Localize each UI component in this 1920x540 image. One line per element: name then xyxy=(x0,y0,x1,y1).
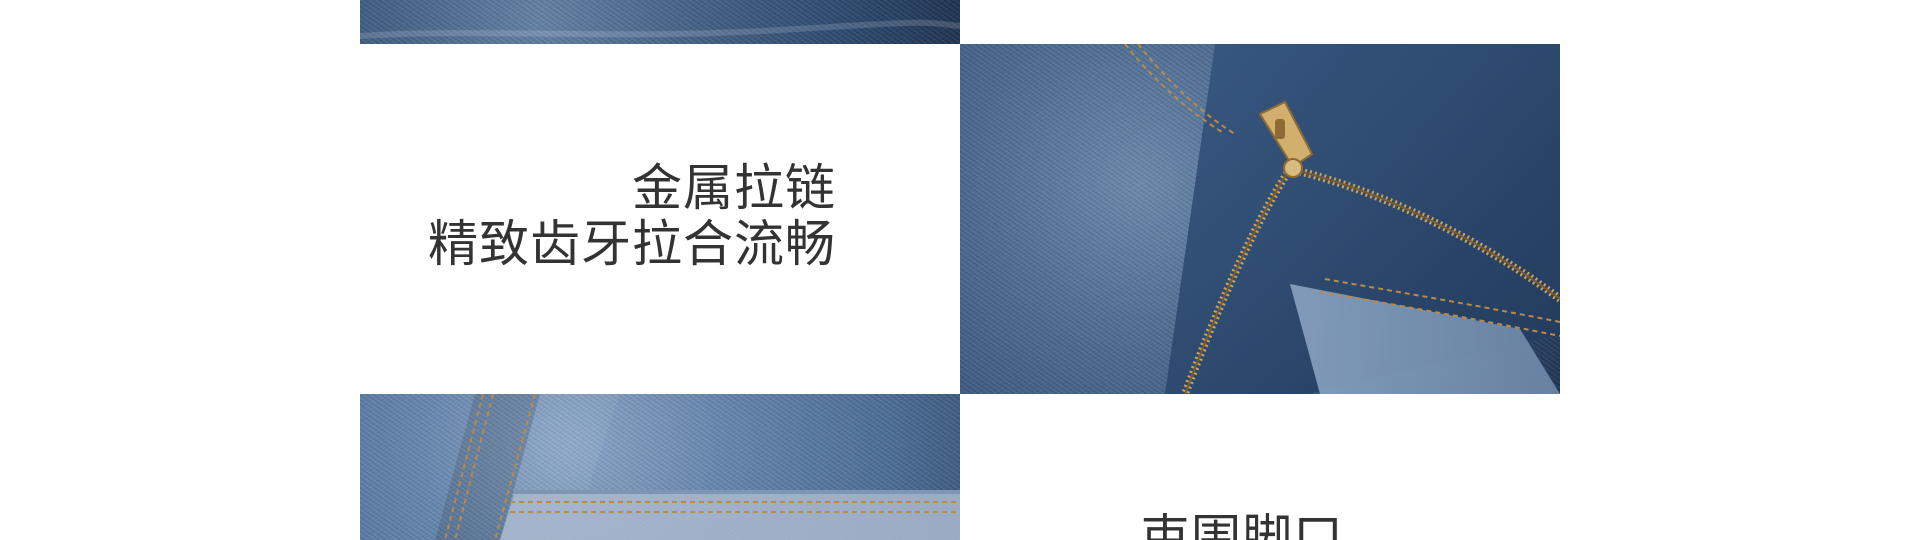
product-detail-page: 金属拉链 精致齿牙拉合流畅 束围脚口 xyxy=(0,0,1920,540)
zipper-photo-icon xyxy=(960,44,1560,394)
denim-photo xyxy=(360,0,960,44)
denim-photo-icon xyxy=(360,0,960,44)
zipper-photo xyxy=(960,44,1560,394)
feature-zipper-text: 金属拉链 精致齿牙拉合流畅 xyxy=(360,160,836,272)
denim-seam-photo xyxy=(360,394,960,540)
feature-cuff-text: 束围脚口 xyxy=(1140,510,1390,540)
feature-title: 金属拉链 xyxy=(632,159,836,217)
denim-seam-photo-icon xyxy=(435,394,960,540)
feature-title: 束围脚口 xyxy=(1140,509,1344,540)
feature-subtitle: 精致齿牙拉合流畅 xyxy=(428,215,836,273)
